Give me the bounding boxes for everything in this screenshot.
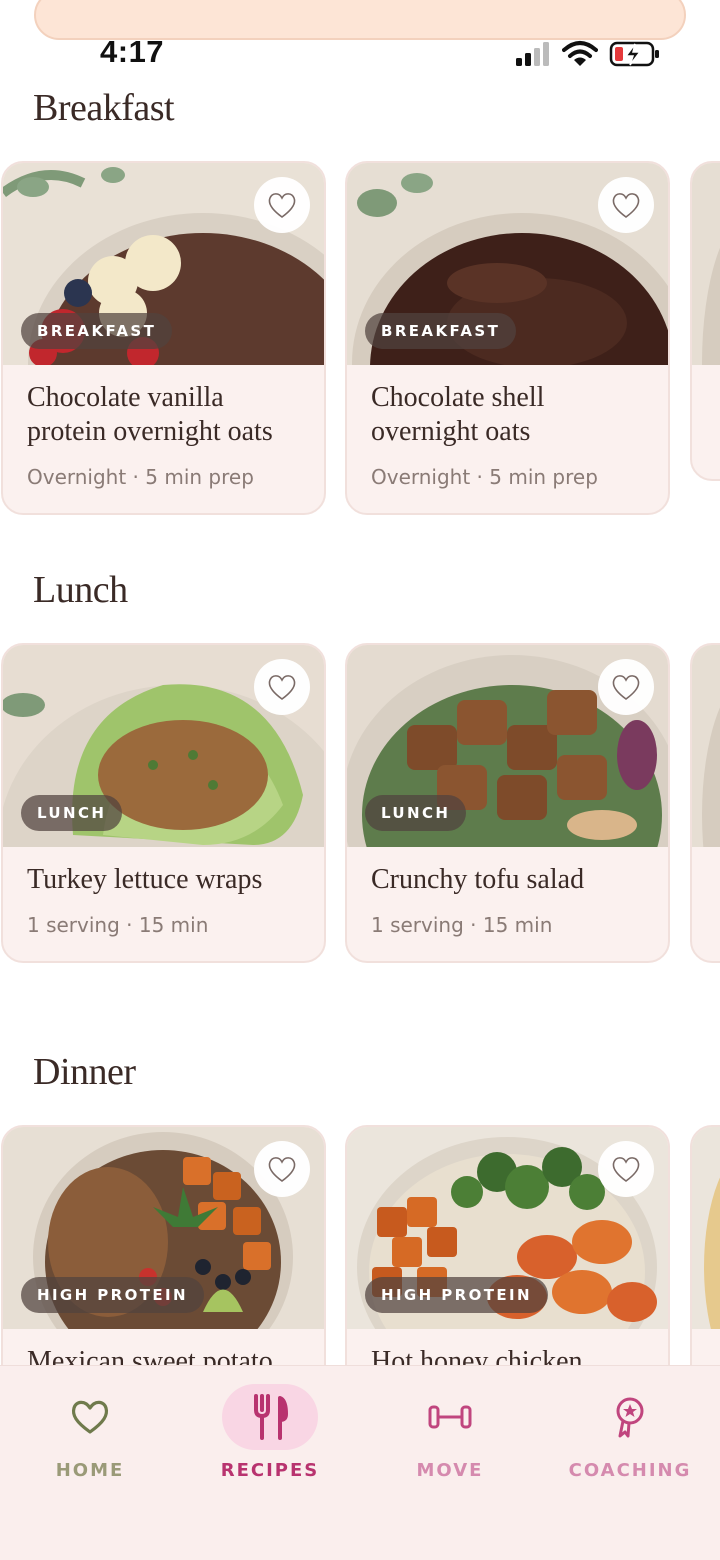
favorite-button[interactable]: [254, 1141, 310, 1197]
tag-badge: LUNCH: [21, 795, 123, 831]
favorite-button[interactable]: [254, 659, 310, 715]
tag-badge: BREAKFAST: [21, 313, 173, 349]
recipe-meta: Overnight · 5 min prep: [371, 465, 598, 489]
recipe-card[interactable]: BREAKFAST Chocolate shell overnight oats…: [345, 161, 670, 515]
fork-knife-icon: [254, 1394, 288, 1440]
heart-outline-icon: [268, 1157, 296, 1182]
recipe-title: Hot honey chicken nugget: [371, 1346, 583, 1365]
section-title: Dinner: [33, 1051, 136, 1093]
active-pill: [222, 1384, 318, 1450]
recipe-image: BREAKFAST: [3, 163, 324, 365]
recipe-meta: Overnight · 5 min prep: [27, 465, 254, 489]
recipe-card-peek[interactable]: [690, 643, 720, 963]
nav-label-home: HOME: [55, 1460, 125, 1481]
status-bar: 4:17: [0, 30, 720, 80]
tag-badge: LUNCH: [365, 795, 467, 831]
dumbbell-icon: [428, 1405, 472, 1429]
section-title: Lunch: [33, 569, 128, 611]
battery-charging-icon: [609, 41, 659, 67]
recipe-title: Crunchy tofu salad: [371, 864, 585, 895]
nav-move[interactable]: MOVE: [360, 1366, 540, 1516]
recipe-card[interactable]: HIGH PROTEIN Hot honey chicken nugget: [345, 1125, 670, 1365]
wifi-icon: [562, 41, 598, 66]
recipe-card-peek[interactable]: [690, 1125, 720, 1365]
recipe-card[interactable]: HIGH PROTEIN Mexican sweet potato: [1, 1125, 326, 1365]
tag-badge: HIGH PROTEIN: [21, 1277, 204, 1313]
recipe-image: HIGH PROTEIN: [347, 1127, 668, 1329]
bottom-nav: HOME RECIPES MOVE COACHING: [0, 1365, 720, 1560]
recipe-card[interactable]: LUNCH Crunchy tofu salad 1 serving · 15 …: [345, 643, 670, 963]
nav-coaching[interactable]: COACHING: [540, 1366, 720, 1516]
recipe-image: LUNCH: [347, 645, 668, 847]
recipe-image: LUNCH: [3, 645, 324, 847]
nav-home[interactable]: HOME: [0, 1366, 180, 1516]
recipe-card[interactable]: BREAKFAST Chocolate vanilla protein over…: [1, 161, 326, 515]
recipe-title: Turkey lettuce wraps: [27, 864, 263, 895]
recipe-card[interactable]: LUNCH Turkey lettuce wraps 1 serving · 1…: [1, 643, 326, 963]
recipe-title: Chocolate shell overnight oats: [371, 382, 545, 447]
heart-outline-icon: [268, 675, 296, 700]
heart-outline-icon: [612, 1157, 640, 1182]
recipe-card-peek[interactable]: [690, 161, 720, 481]
tag-badge: BREAKFAST: [365, 313, 517, 349]
heart-outline-icon: [268, 193, 296, 218]
recipe-image: HIGH PROTEIN: [3, 1127, 324, 1329]
recipe-meta: 1 serving · 15 min: [27, 913, 209, 937]
favorite-button[interactable]: [598, 1141, 654, 1197]
recipe-title: Chocolate vanilla protein overnight oats: [27, 382, 273, 447]
nav-label-coaching: COACHING: [568, 1460, 692, 1481]
favorite-button[interactable]: [254, 177, 310, 233]
award-icon: [616, 1397, 644, 1438]
favorite-button[interactable]: [598, 177, 654, 233]
favorite-button[interactable]: [598, 659, 654, 715]
section-title: Breakfast: [33, 87, 175, 129]
recipe-image: [692, 645, 720, 847]
nav-label-move: MOVE: [416, 1460, 484, 1481]
recipe-image: [692, 163, 720, 365]
recipe-image: BREAKFAST: [347, 163, 668, 365]
recipe-meta: 1 serving · 15 min: [371, 913, 553, 937]
nav-recipes[interactable]: RECIPES: [180, 1366, 360, 1516]
heart-outline-icon: [612, 193, 640, 218]
heart-outline-icon: [612, 675, 640, 700]
heart-icon: [71, 1400, 109, 1434]
tag-badge: HIGH PROTEIN: [365, 1277, 548, 1313]
nav-label-recipes: RECIPES: [220, 1460, 320, 1481]
cellular-signal-icon: [516, 42, 549, 66]
recipe-title: Mexican sweet potato: [27, 1346, 273, 1365]
status-time: 4:17: [100, 34, 165, 69]
recipe-image: [692, 1127, 720, 1329]
recipe-feed[interactable]: Breakfast BREAKFAST Chocolate vanilla pr…: [0, 80, 720, 1365]
